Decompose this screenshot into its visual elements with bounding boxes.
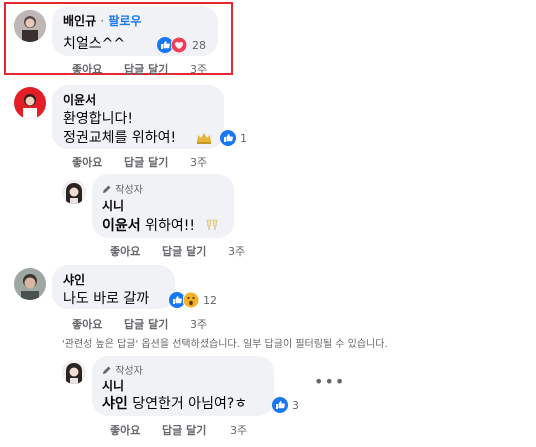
- like-icon[interactable]: [220, 130, 236, 150]
- author-badge: 작성자: [102, 362, 143, 378]
- like-button[interactable]: 좋아요: [72, 318, 102, 331]
- avatar[interactable]: [14, 268, 46, 300]
- mention-link[interactable]: 샤인: [102, 396, 128, 412]
- reply-button[interactable]: 답글 달기: [124, 318, 168, 331]
- author-badge: 작성자: [102, 181, 143, 197]
- reply-button[interactable]: 답글 달기: [162, 245, 206, 258]
- comment-text-line1: 환영합니다!: [63, 111, 134, 127]
- like-icon[interactable]: [272, 397, 288, 417]
- reaction-count[interactable]: 1: [240, 132, 247, 145]
- commenter-name[interactable]: 이윤서: [63, 91, 96, 108]
- like-button[interactable]: 좋아요: [110, 424, 140, 437]
- comment-text: 치얼스^^: [63, 36, 126, 52]
- avatar[interactable]: [14, 10, 46, 42]
- avatar[interactable]: [14, 87, 46, 119]
- like-button[interactable]: 좋아요: [72, 156, 102, 169]
- commenter-name[interactable]: 샤인: [63, 271, 85, 288]
- wow-icon[interactable]: [182, 291, 200, 312]
- reply-button[interactable]: 답글 달기: [162, 424, 206, 437]
- filter-notice: '관련성 높은 답글' 옵션을 선택하셨습니다. 일부 답글이 필터링될 수 있…: [62, 339, 388, 350]
- timestamp[interactable]: 3주: [190, 316, 207, 332]
- reaction-count[interactable]: 28: [192, 39, 206, 52]
- like-button[interactable]: 좋아요: [110, 245, 140, 258]
- timestamp[interactable]: 3주: [230, 422, 247, 438]
- mention-link[interactable]: 이윤서: [102, 218, 141, 234]
- reaction-count[interactable]: 12: [203, 294, 217, 307]
- crown-emoji-icon: [196, 129, 212, 148]
- reply-button[interactable]: 답글 달기: [124, 63, 168, 76]
- timestamp[interactable]: 3주: [190, 61, 207, 77]
- love-icon[interactable]: [170, 36, 188, 57]
- pencil-icon: [102, 184, 112, 197]
- comment-text-line2: 정권교체를 위하여!: [63, 130, 177, 146]
- avatar[interactable]: [62, 180, 86, 204]
- reply-text: 샤인 당연한거 아님여?ㅎ: [102, 396, 248, 412]
- like-button[interactable]: 좋아요: [72, 63, 102, 76]
- commenter-name[interactable]: 배인규 · 팔로우: [63, 12, 141, 29]
- more-options-icon[interactable]: •••: [314, 372, 345, 391]
- cheers-emoji-icon: [205, 217, 219, 236]
- commenter-name[interactable]: 시니: [102, 377, 124, 394]
- follow-link[interactable]: · 팔로우: [100, 14, 141, 28]
- comment-actions: 좋아요: [72, 61, 102, 77]
- timestamp[interactable]: 3주: [228, 243, 245, 259]
- comment-text: 나도 바로 갈까: [63, 291, 150, 307]
- reply-button[interactable]: 답글 달기: [124, 156, 168, 169]
- commenter-name[interactable]: 시니: [102, 197, 124, 214]
- timestamp[interactable]: 3주: [190, 154, 207, 170]
- avatar[interactable]: [62, 360, 86, 384]
- reaction-count[interactable]: 3: [292, 399, 299, 412]
- pencil-icon: [102, 365, 112, 378]
- reply-text: 이윤서 위하여!!: [102, 218, 195, 234]
